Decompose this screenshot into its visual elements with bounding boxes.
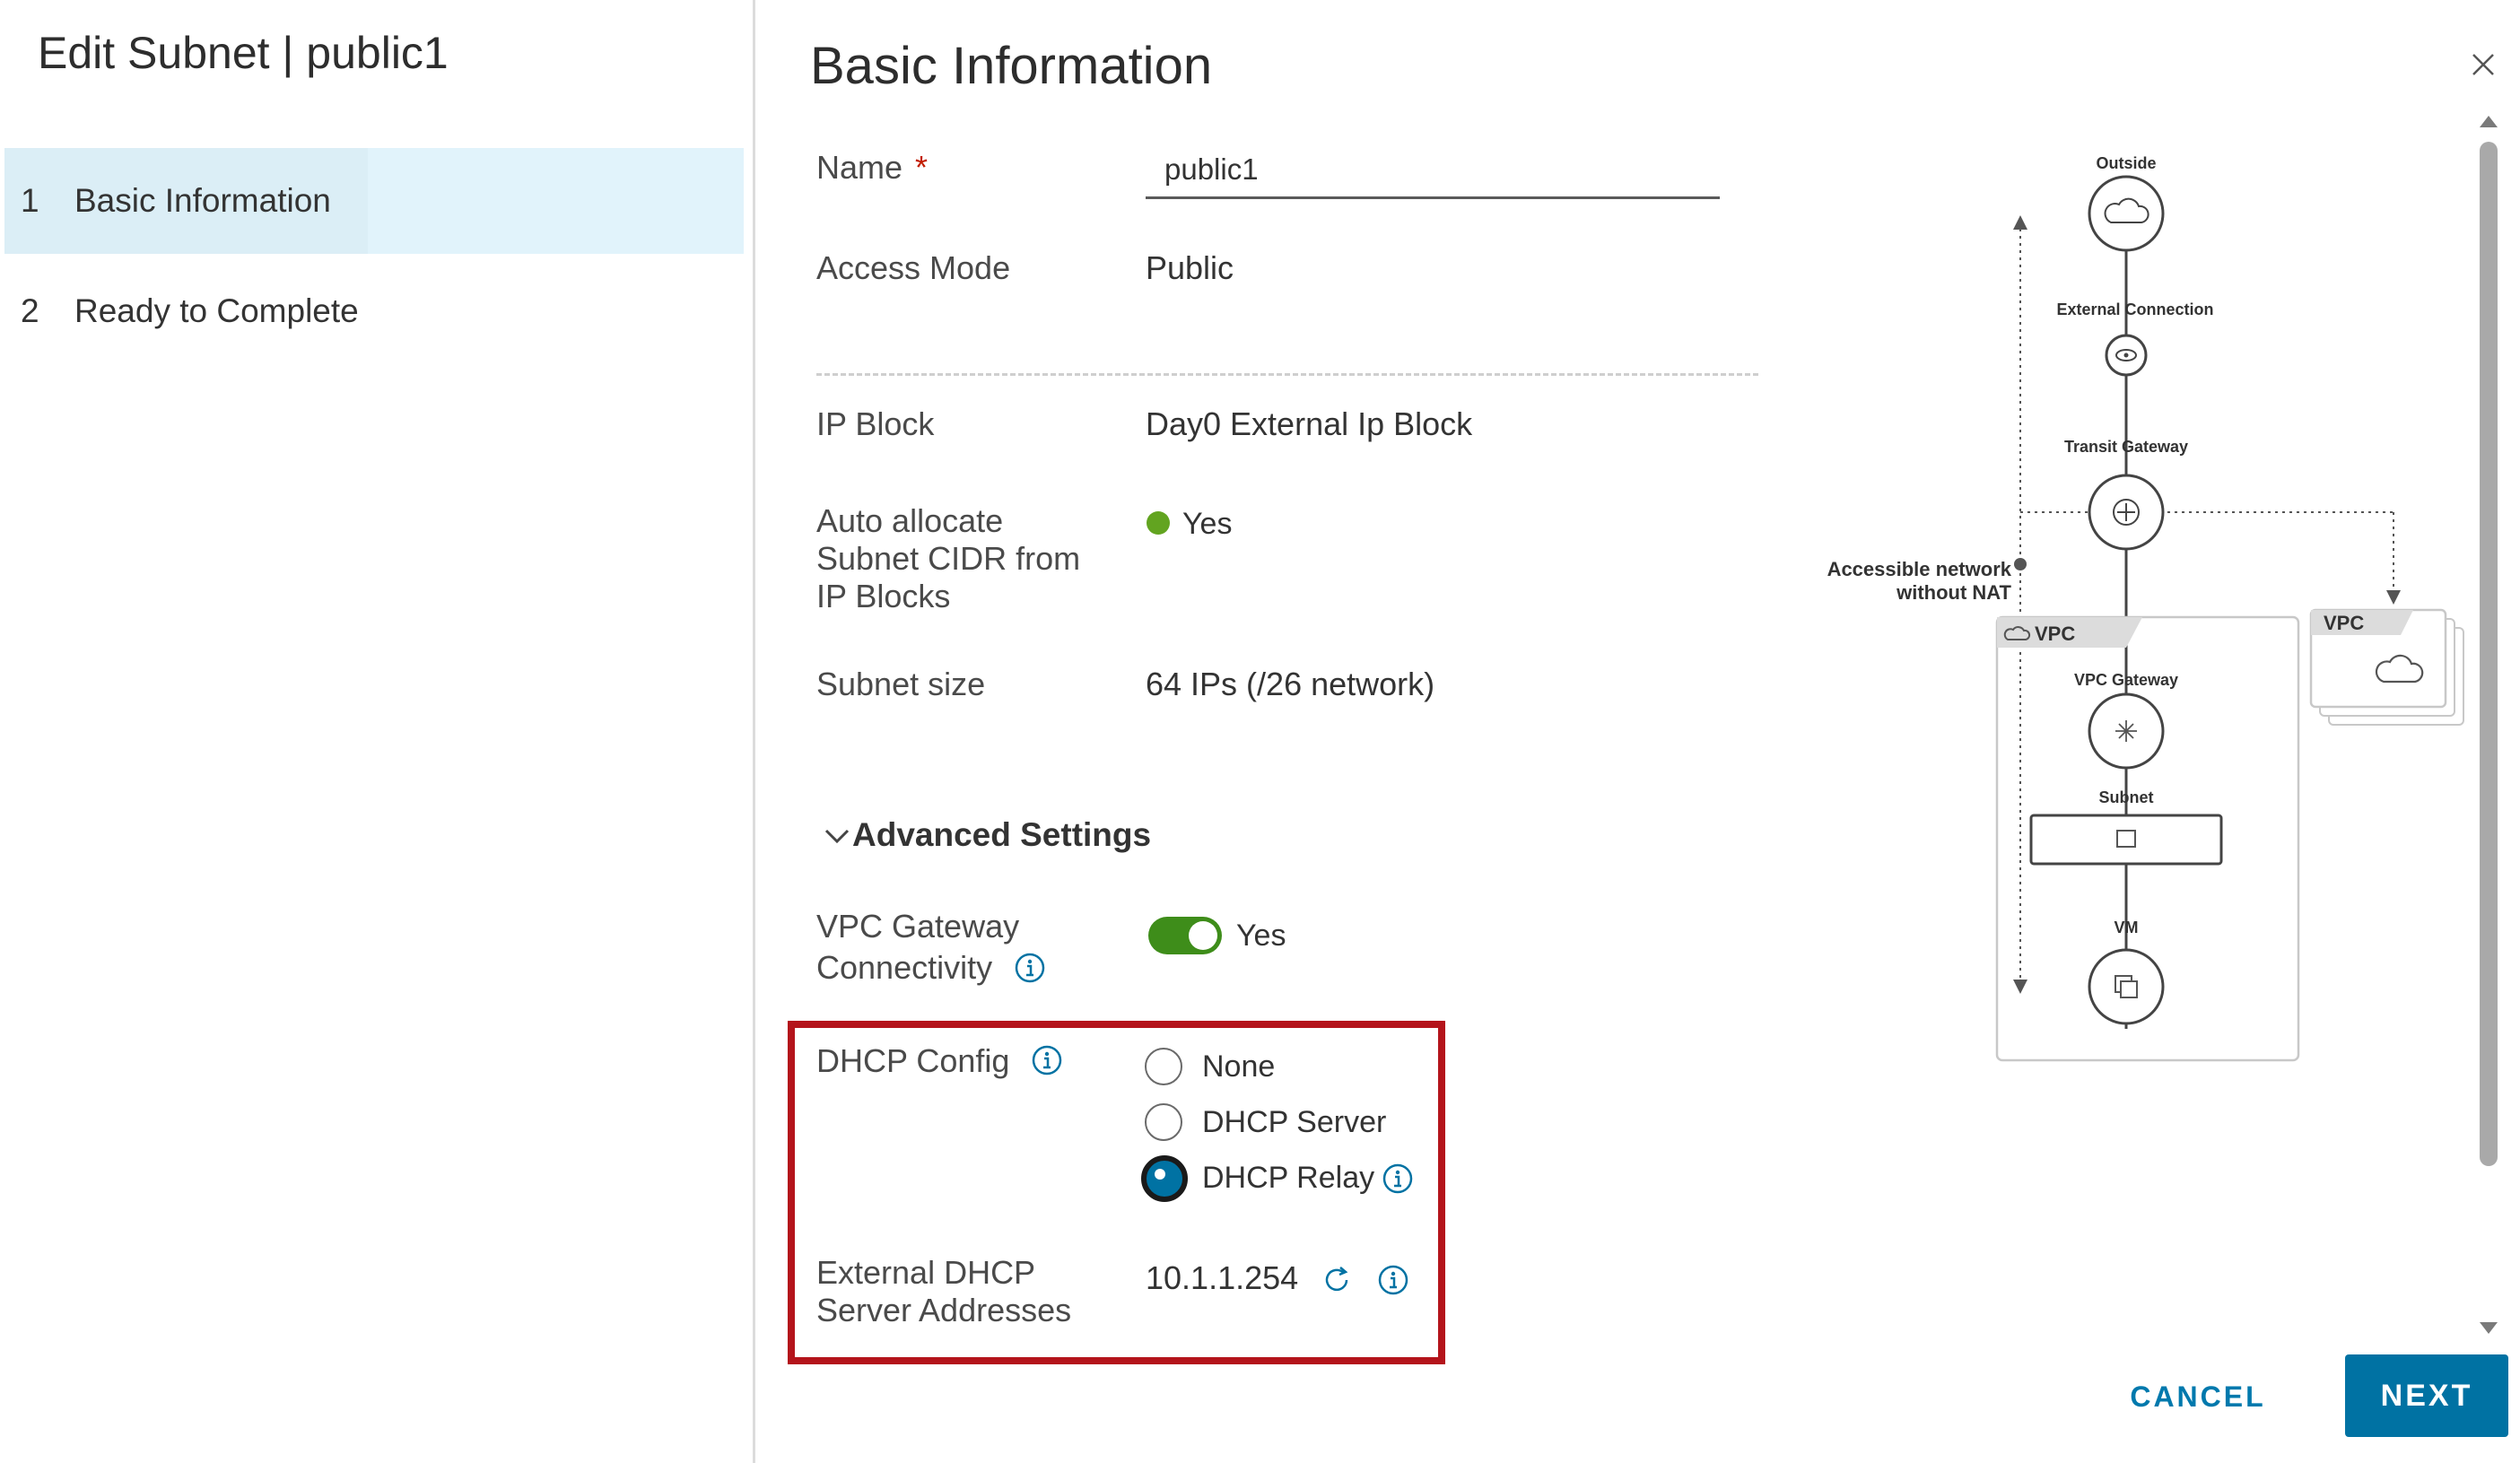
ip-block-label: IP Block (816, 405, 935, 442)
toggle-knob (1189, 921, 1217, 950)
arrow-down-icon (2013, 980, 2027, 994)
access-mode-label: Access Mode (816, 249, 1011, 286)
step-number: 2 (21, 292, 39, 329)
vpc-secondary-label: VPC (2324, 612, 2364, 634)
ip-block-value: Day0 External Ip Block (1146, 405, 1473, 442)
label-line: Auto allocate (816, 502, 1004, 539)
page-title: Basic Information (810, 37, 1213, 95)
boundary-dot-icon (2014, 558, 2027, 570)
step-number: 1 (21, 182, 39, 219)
transit-gateway-label: Transit Gateway (2064, 438, 2188, 456)
arrow-down-icon (2386, 590, 2401, 605)
outside-label: Outside (2096, 154, 2156, 172)
outside-node (2088, 175, 2165, 252)
label-line: Connectivity (816, 949, 993, 986)
label-line: Subnet CIDR from (816, 540, 1081, 577)
vpc-label: VPC (2035, 623, 2075, 645)
arrow-up-icon (2013, 215, 2027, 230)
vpc-gateway-value: Yes (1236, 919, 1286, 953)
accessible-network-line-1: Accessible network (1827, 558, 2012, 580)
advanced-settings-header[interactable]: Advanced Settings (852, 816, 1151, 854)
wizard-sidebar: Edit Subnet | public1 1 Basic Informatio… (0, 0, 755, 1463)
cancel-button[interactable]: CANCEL (2117, 1365, 2279, 1428)
dhcp-highlight-box (788, 1021, 1445, 1364)
label-line-with-info: Connectivity (816, 947, 1046, 988)
info-icon[interactable] (1014, 952, 1046, 984)
auto-allocate-label: Auto allocate Subnet CIDR from IP Blocks (816, 502, 1080, 615)
wizard-title: Edit Subnet | public1 (38, 28, 449, 78)
wizard-step-ready-to-complete[interactable]: 2 Ready to Complete (4, 258, 744, 364)
name-label-text: Name (816, 149, 903, 186)
external-connection-label: External Connection (2056, 300, 2213, 318)
subnet-node (2029, 814, 2223, 866)
access-mode-value: Public (1146, 249, 1234, 286)
wizard-step-basic-information[interactable]: 1 Basic Information (4, 148, 744, 254)
label-line: VPC Gateway (816, 908, 1020, 945)
label-line: IP Blocks (816, 578, 951, 614)
next-button[interactable]: NEXT (2345, 1354, 2508, 1437)
vpc-gateway-toggle[interactable] (1148, 917, 1222, 954)
chevron-down-icon[interactable] (824, 827, 850, 847)
subnet-size-label: Subnet size (816, 666, 986, 702)
scroll-down-arrow-icon[interactable] (2478, 1320, 2499, 1337)
auto-allocate-value-text: Yes (1182, 507, 1233, 541)
scroll-up-arrow-icon[interactable] (2478, 113, 2499, 129)
vpc-gateway-label: VPC Gateway (2074, 671, 2178, 689)
subnet-label: Subnet (2099, 788, 2154, 806)
close-icon[interactable] (2469, 50, 2498, 79)
vm-label: VM (2115, 919, 2139, 936)
section-divider (816, 373, 1758, 376)
name-input[interactable] (1146, 142, 1720, 199)
step-label: Basic Information (74, 182, 331, 219)
accessible-network-line-2: without NAT (1896, 581, 2011, 604)
network-topology-diagram: Outside External Connection Transit Gate… (1827, 154, 2464, 1062)
step-label: Ready to Complete (74, 292, 359, 329)
auto-allocate-value: Yes (1147, 505, 1232, 543)
subnet-size-value: 64 IPs (/26 network) (1146, 666, 1435, 702)
vpc-gateway-label: VPC Gateway Connectivity (816, 906, 1046, 988)
status-dot-icon (1147, 511, 1170, 536)
required-marker: * (915, 149, 929, 186)
name-label: Name * (816, 149, 928, 187)
scrollbar-thumb[interactable] (2480, 142, 2498, 1166)
